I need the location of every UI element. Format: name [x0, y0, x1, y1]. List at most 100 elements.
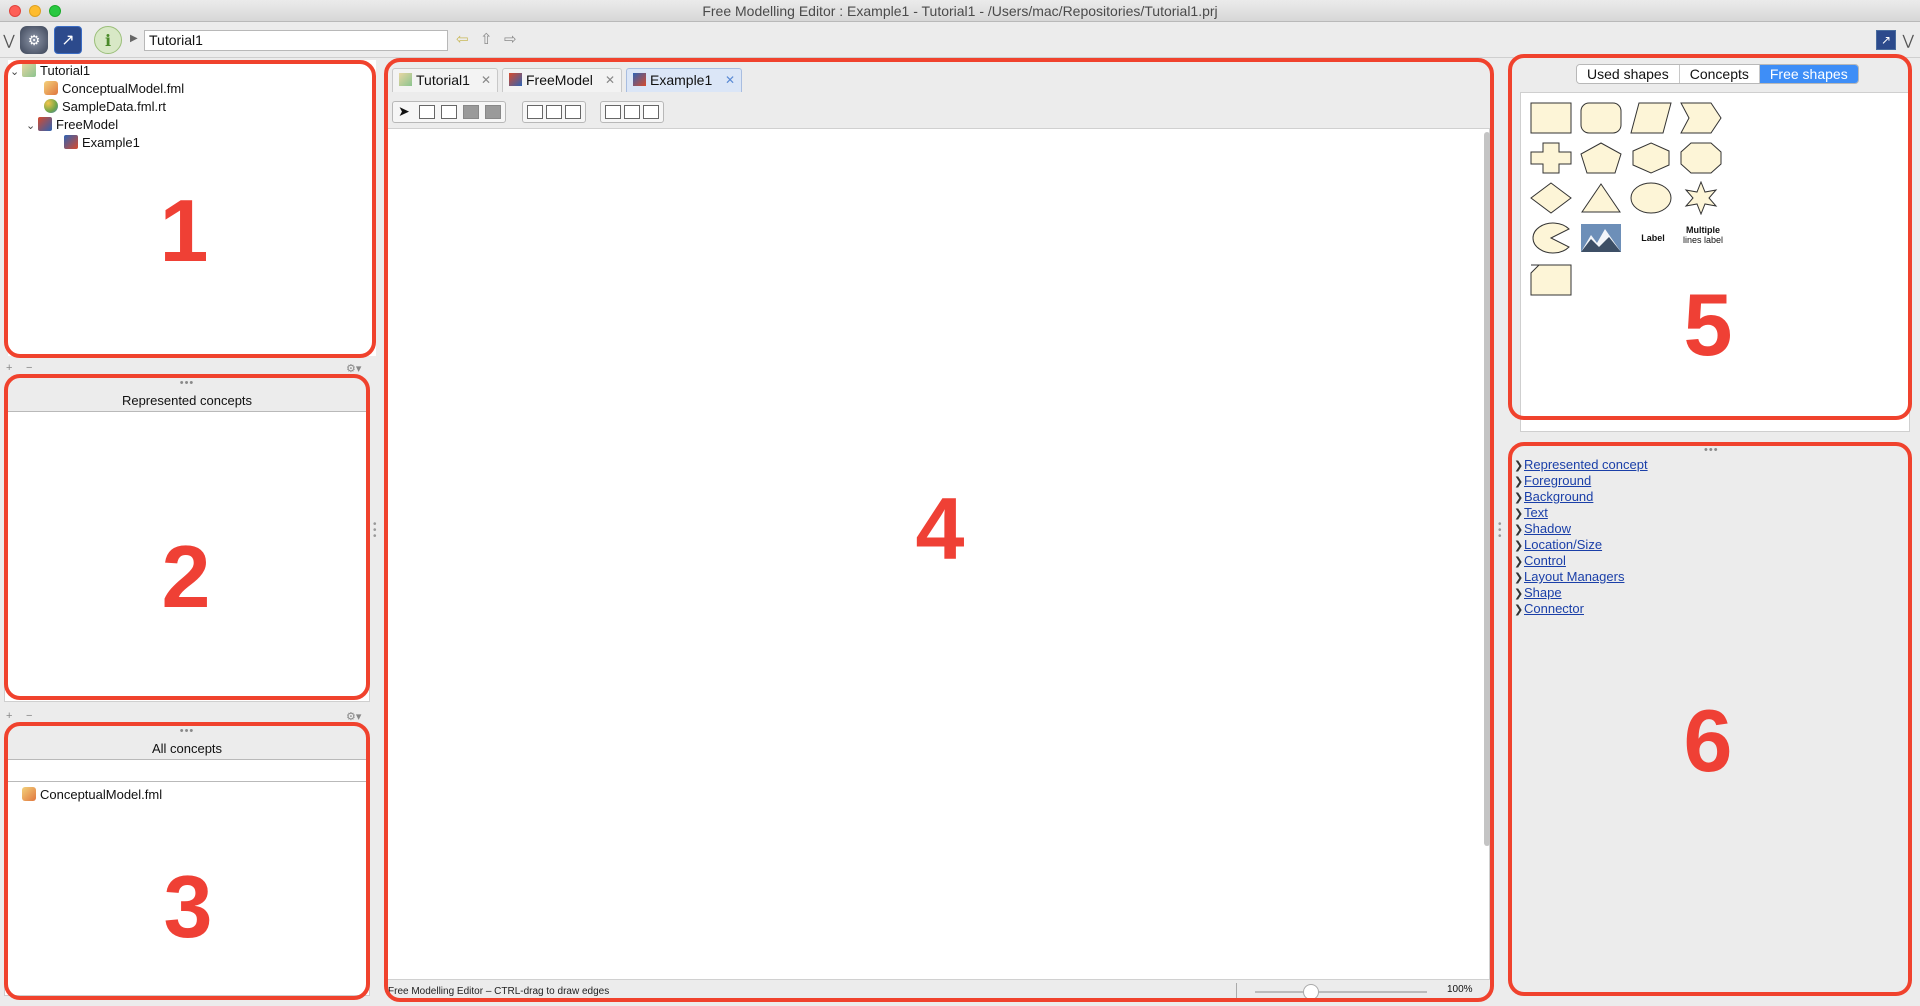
section-link[interactable]: Background	[1524, 489, 1593, 504]
plus-shape[interactable]	[1529, 141, 1573, 175]
tree-item-freemodel[interactable]: ⌄ FreeModel	[26, 116, 118, 134]
tree-item-conceptual-model[interactable]: ConceptualModel.fml	[44, 80, 184, 98]
gear-icon[interactable]: ⚙▾	[346, 710, 361, 723]
section-link[interactable]: Connector	[1524, 601, 1584, 616]
octagon-shape[interactable]	[1679, 141, 1723, 175]
section-link[interactable]: Foreground	[1524, 473, 1591, 488]
tree-bottom-bar: + − ⚙▾	[0, 362, 372, 376]
inspector-section-represented-concept[interactable]: ❯Represented concept	[1514, 457, 1648, 473]
vertical-scrollbar[interactable]	[1484, 132, 1490, 846]
select-rect-icon[interactable]	[419, 105, 435, 119]
zoom-slider-track[interactable]	[1255, 991, 1427, 993]
label-shape[interactable]: Label	[1633, 233, 1673, 243]
section-link[interactable]: Shadow	[1524, 521, 1571, 536]
inspector-section-background[interactable]: ❯Background	[1514, 489, 1648, 505]
tab-tutorial1[interactable]: Tutorial1 ✕	[392, 68, 498, 92]
distribute-tools-group	[600, 101, 664, 123]
drag-handle-icon[interactable]: •••	[4, 376, 370, 389]
inspector-section-location-size[interactable]: ❯Location/Size	[1514, 537, 1648, 553]
select-lasso-icon[interactable]	[441, 105, 457, 119]
close-icon[interactable]: ✕	[725, 69, 735, 91]
chevron-down-icon[interactable]: ⋁	[2, 26, 16, 54]
section-link[interactable]: Represented concept	[1524, 457, 1648, 472]
triangle-shape[interactable]	[1579, 181, 1623, 215]
tab-label: FreeModel	[526, 72, 593, 88]
inspector-section-control[interactable]: ❯Control	[1514, 553, 1648, 569]
inspector-section-shape[interactable]: ❯Shape	[1514, 585, 1648, 601]
align-tools-group	[522, 101, 586, 123]
tab-freemodel[interactable]: FreeModel ✕	[502, 68, 622, 92]
section-link[interactable]: Layout Managers	[1524, 569, 1624, 584]
tab-free-shapes[interactable]: Free shapes	[1759, 65, 1858, 83]
draw-line-icon[interactable]	[463, 105, 479, 119]
chevron-right-icon: ❯	[1514, 460, 1524, 472]
chevron-shape[interactable]	[1679, 101, 1723, 135]
tab-concepts[interactable]: Concepts	[1679, 65, 1760, 83]
text-tool-icon[interactable]	[485, 105, 501, 119]
close-icon[interactable]: ✕	[481, 69, 491, 91]
ellipse-shape[interactable]	[1629, 181, 1673, 215]
section-link[interactable]: Text	[1524, 505, 1548, 520]
chevron-right-icon: ❯	[1514, 524, 1524, 536]
drag-handle-icon[interactable]: •••	[1704, 444, 1719, 456]
inspector-section-foreground[interactable]: ❯Foreground	[1514, 473, 1648, 489]
shapes-palette: Label Multiple lines label	[1520, 92, 1910, 432]
location-field[interactable]: Tutorial1	[144, 30, 448, 51]
back-arrow-icon[interactable]: ⇦	[456, 30, 469, 48]
vertical-splitter-handle[interactable]: • • •	[1498, 520, 1502, 542]
vertical-splitter-handle[interactable]: • • •	[373, 520, 377, 542]
section-link[interactable]: Location/Size	[1524, 537, 1602, 552]
ontology-module-icon[interactable]: i	[94, 26, 122, 54]
up-arrow-icon[interactable]: ⇧	[480, 30, 493, 48]
module-explorer-icon[interactable]: ⚙	[20, 26, 48, 54]
tab-label: Example1	[650, 72, 713, 88]
add-icon[interactable]: +	[6, 710, 12, 722]
tree-item-example1[interactable]: Example1	[64, 134, 140, 152]
align-middle-icon[interactable]	[624, 105, 640, 119]
chevron-down-icon[interactable]: ⋁	[1903, 32, 1914, 49]
free-modelling-module-icon[interactable]: ↗	[54, 26, 82, 54]
inspector-section-layout-managers[interactable]: ❯Layout Managers	[1514, 569, 1648, 585]
forward-arrow-icon[interactable]: ⇨	[504, 30, 517, 48]
align-bottom-icon[interactable]	[643, 105, 659, 119]
star-shape[interactable]	[1679, 180, 1723, 216]
all-concepts-filter[interactable]	[8, 764, 368, 782]
rectangle-shape[interactable]	[1529, 101, 1573, 135]
align-center-icon[interactable]	[546, 105, 562, 119]
diamond-shape[interactable]	[1529, 181, 1573, 215]
parallelogram-shape[interactable]	[1629, 101, 1673, 135]
inspector-section-text[interactable]: ❯Text	[1514, 505, 1648, 521]
gear-icon[interactable]: ⚙▾	[346, 362, 361, 375]
inspector-section-connector[interactable]: ❯Connector	[1514, 601, 1648, 617]
image-shape[interactable]	[1579, 221, 1623, 255]
rounded-rectangle-shape[interactable]	[1579, 101, 1623, 135]
remove-icon[interactable]: −	[26, 710, 32, 722]
perspective-icon[interactable]: ↗	[1876, 30, 1896, 50]
pie-shape[interactable]	[1529, 221, 1573, 255]
section-link[interactable]: Control	[1524, 553, 1566, 568]
represented-concepts-title: Represented concepts	[121, 393, 253, 408]
section-link[interactable]: Shape	[1524, 585, 1562, 600]
zoom-slider-knob[interactable]	[1303, 984, 1319, 1000]
add-icon[interactable]: +	[6, 362, 12, 374]
note-shape[interactable]	[1529, 263, 1573, 297]
pointer-icon[interactable]: ➤	[398, 103, 410, 120]
pentagon-shape[interactable]	[1579, 141, 1623, 175]
play-icon: ▶	[130, 33, 138, 44]
hexagon-shape[interactable]	[1629, 141, 1673, 175]
tab-used-shapes[interactable]: Used shapes	[1577, 65, 1680, 83]
tree-item-sample-data[interactable]: SampleData.fml.rt	[44, 98, 166, 116]
align-top-icon[interactable]	[605, 105, 621, 119]
concept-item-conceptual-model[interactable]: ConceptualModel.fml	[22, 786, 162, 804]
tree-item-tutorial1[interactable]: ⌄ Tutorial1	[10, 62, 90, 80]
chevron-down-icon[interactable]: ⌄	[10, 63, 22, 81]
tab-example1[interactable]: Example1 ✕	[626, 68, 742, 92]
inspector-section-shadow[interactable]: ❯Shadow	[1514, 521, 1648, 537]
close-icon[interactable]: ✕	[605, 69, 615, 91]
remove-icon[interactable]: −	[26, 362, 32, 374]
align-left-icon[interactable]	[527, 105, 543, 119]
drag-handle-icon[interactable]: •••	[4, 724, 370, 737]
multiple-lines-label-shape[interactable]: Multiple lines label	[1673, 225, 1733, 245]
align-right-icon[interactable]	[565, 105, 581, 119]
chevron-down-icon[interactable]: ⌄	[26, 117, 38, 135]
